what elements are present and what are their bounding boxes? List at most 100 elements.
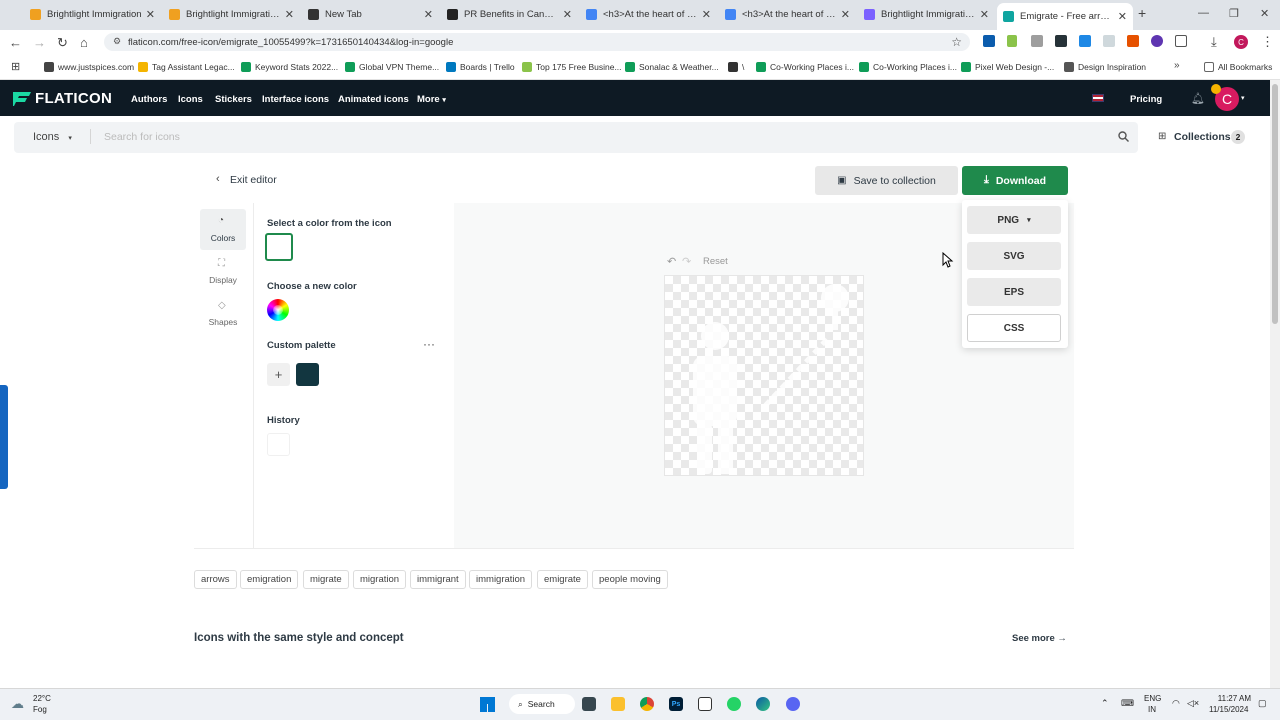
- reset-button[interactable]: Reset: [703, 256, 728, 267]
- bookmark-item[interactable]: Co-Working Places i...: [756, 62, 854, 72]
- scrollbar-thumb[interactable]: [1272, 84, 1278, 324]
- browser-tab[interactable]: New Tab ✕: [302, 3, 439, 25]
- back-icon[interactable]: ←: [9, 35, 22, 50]
- exit-editor-button[interactable]: Exit editor: [230, 174, 277, 186]
- undo-icon[interactable]: ↶: [667, 255, 676, 268]
- extensions-puzzle-icon[interactable]: [1175, 35, 1187, 47]
- tag-chip[interactable]: migrate: [303, 570, 349, 589]
- tab-close-icon[interactable]: ✕: [424, 8, 433, 21]
- windows-start-icon[interactable]: [480, 697, 495, 712]
- all-bookmarks[interactable]: All Bookmarks: [1204, 62, 1272, 72]
- clock-date[interactable]: 11/15/2024: [1209, 705, 1248, 714]
- search-icon[interactable]: [1118, 131, 1129, 142]
- tag-chip[interactable]: emigrate: [537, 570, 588, 589]
- history-swatch[interactable]: [267, 433, 290, 456]
- browser-tab[interactable]: <h3>At the heart of Canada ✕: [719, 3, 856, 25]
- wifi-icon[interactable]: ◠: [1172, 698, 1180, 709]
- nav-animated-icons[interactable]: Animated icons: [338, 94, 409, 105]
- site-info-icon[interactable]: ⚙: [113, 36, 121, 47]
- tag-chip[interactable]: arrows: [194, 570, 237, 589]
- tag-chip[interactable]: immigration: [469, 570, 533, 589]
- search-input[interactable]: Search for icons: [104, 131, 180, 143]
- palette-color-swatch[interactable]: [296, 363, 319, 386]
- downloads-icon[interactable]: ⤓: [1211, 34, 1217, 50]
- nav-icons[interactable]: Icons: [178, 94, 203, 105]
- browser-tab[interactable]: Emigrate - Free arrows ico ✕: [997, 3, 1133, 30]
- sidebar-item-colors[interactable]: Colors: [201, 233, 245, 243]
- maximize-icon[interactable]: ❐: [1229, 7, 1239, 20]
- extension-icon[interactable]: [1079, 35, 1091, 47]
- flaticon-logo[interactable]: FLATICON: [13, 90, 112, 107]
- nav-authors[interactable]: Authors: [131, 94, 167, 105]
- discord-icon[interactable]: [786, 697, 800, 711]
- tray-chevron-icon[interactable]: ⌃: [1101, 698, 1109, 709]
- bookmark-item[interactable]: Boards | Trello: [446, 62, 515, 72]
- bookmark-item[interactable]: Design Inspiration: [1064, 62, 1146, 72]
- icon-preview-canvas[interactable]: [664, 275, 864, 476]
- more-options-icon[interactable]: ···: [423, 337, 435, 351]
- tab-close-icon[interactable]: ✕: [285, 8, 294, 21]
- tag-chip[interactable]: immigrant: [410, 570, 466, 589]
- avatar-caret-icon[interactable]: ▾: [1241, 94, 1245, 102]
- notion-icon[interactable]: [698, 697, 712, 711]
- redo-icon[interactable]: ↷: [682, 255, 691, 268]
- collections-grid-icon[interactable]: ⊞: [1158, 131, 1166, 142]
- notifications-icon[interactable]: ▢: [1258, 698, 1267, 709]
- volume-icon[interactable]: ◁×: [1187, 698, 1199, 709]
- weather-temp[interactable]: 22°C: [33, 694, 51, 703]
- profile-avatar[interactable]: C: [1234, 35, 1248, 49]
- clock-time[interactable]: 11:27 AM: [1217, 694, 1251, 703]
- file-explorer-icon[interactable]: [611, 697, 625, 711]
- reload-icon[interactable]: ↻: [57, 35, 68, 51]
- search-category-select[interactable]: Icons ▾: [33, 131, 72, 143]
- minimize-icon[interactable]: —: [1198, 7, 1209, 19]
- extension-icon[interactable]: [1103, 35, 1115, 47]
- bookmark-item[interactable]: Global VPN Theme...: [345, 62, 439, 72]
- forward-icon[interactable]: →: [33, 35, 46, 50]
- bookmark-item[interactable]: \: [728, 62, 744, 72]
- keyboard-icon[interactable]: ⌨: [1121, 698, 1134, 709]
- nav-stickers[interactable]: Stickers: [215, 94, 252, 105]
- tab-close-icon[interactable]: ✕: [563, 8, 572, 21]
- weather-icon[interactable]: ☁: [11, 696, 24, 712]
- side-feedback-tab[interactable]: [0, 385, 8, 489]
- extension-icon[interactable]: [1007, 35, 1017, 47]
- weather-desc[interactable]: Fog: [33, 705, 47, 714]
- tag-chip[interactable]: migration: [353, 570, 407, 589]
- add-color-button[interactable]: +: [267, 363, 290, 386]
- browser-tab[interactable]: PR Benefits in Canada ✕: [441, 3, 578, 25]
- camera-extension-icon[interactable]: [1031, 35, 1043, 47]
- format-png[interactable]: PNG ▾: [967, 206, 1061, 234]
- chevron-left-icon[interactable]: ‹: [216, 173, 220, 185]
- chrome-icon[interactable]: [640, 697, 654, 711]
- tab-close-icon[interactable]: ✕: [1118, 10, 1127, 23]
- us-flag-icon[interactable]: [1092, 94, 1104, 102]
- new-tab-button[interactable]: +: [1138, 5, 1146, 21]
- nav-pricing[interactable]: Pricing: [1130, 94, 1162, 105]
- browser-tab[interactable]: Brightlight Immigration ✕: [24, 3, 161, 25]
- taskbar-search[interactable]: ⌕ Search: [509, 694, 575, 714]
- save-to-collection-button[interactable]: ▣ Save to collection: [815, 166, 958, 195]
- bookmark-item[interactable]: Co-Working Places i...: [859, 62, 957, 72]
- download-button[interactable]: ⤓ Download: [962, 166, 1068, 195]
- bell-icon[interactable]: 🔔︎: [1191, 92, 1205, 105]
- edge-icon[interactable]: [756, 697, 770, 711]
- close-window-icon[interactable]: ✕: [1260, 7, 1269, 20]
- extension-icon[interactable]: [1151, 35, 1163, 47]
- tab-close-icon[interactable]: ✕: [841, 8, 850, 21]
- bookmark-item[interactable]: www.justspices.com: [44, 62, 134, 72]
- url-bar[interactable]: ⚙ flaticon.com/free-icon/emigrate_100554…: [104, 33, 970, 51]
- task-view-icon[interactable]: [582, 697, 596, 711]
- bookmark-item[interactable]: Tag Assistant Legac...: [138, 62, 235, 72]
- extension-icon[interactable]: [983, 35, 995, 47]
- tab-close-icon[interactable]: ✕: [980, 8, 989, 21]
- browser-tab[interactable]: Brightlight Immigration - ✕: [858, 3, 995, 25]
- nav-more[interactable]: More ▾: [417, 94, 446, 105]
- collections-button[interactable]: Collections: [1174, 131, 1231, 143]
- format-eps[interactable]: EPS: [967, 278, 1061, 306]
- sidebar-item-shapes[interactable]: Shapes: [201, 317, 245, 327]
- home-icon[interactable]: ⌂: [80, 35, 88, 50]
- more-bookmarks-icon[interactable]: »: [1174, 60, 1180, 71]
- see-more-link[interactable]: See more →: [1012, 633, 1067, 644]
- bookmark-star-icon[interactable]: ☆: [951, 35, 962, 49]
